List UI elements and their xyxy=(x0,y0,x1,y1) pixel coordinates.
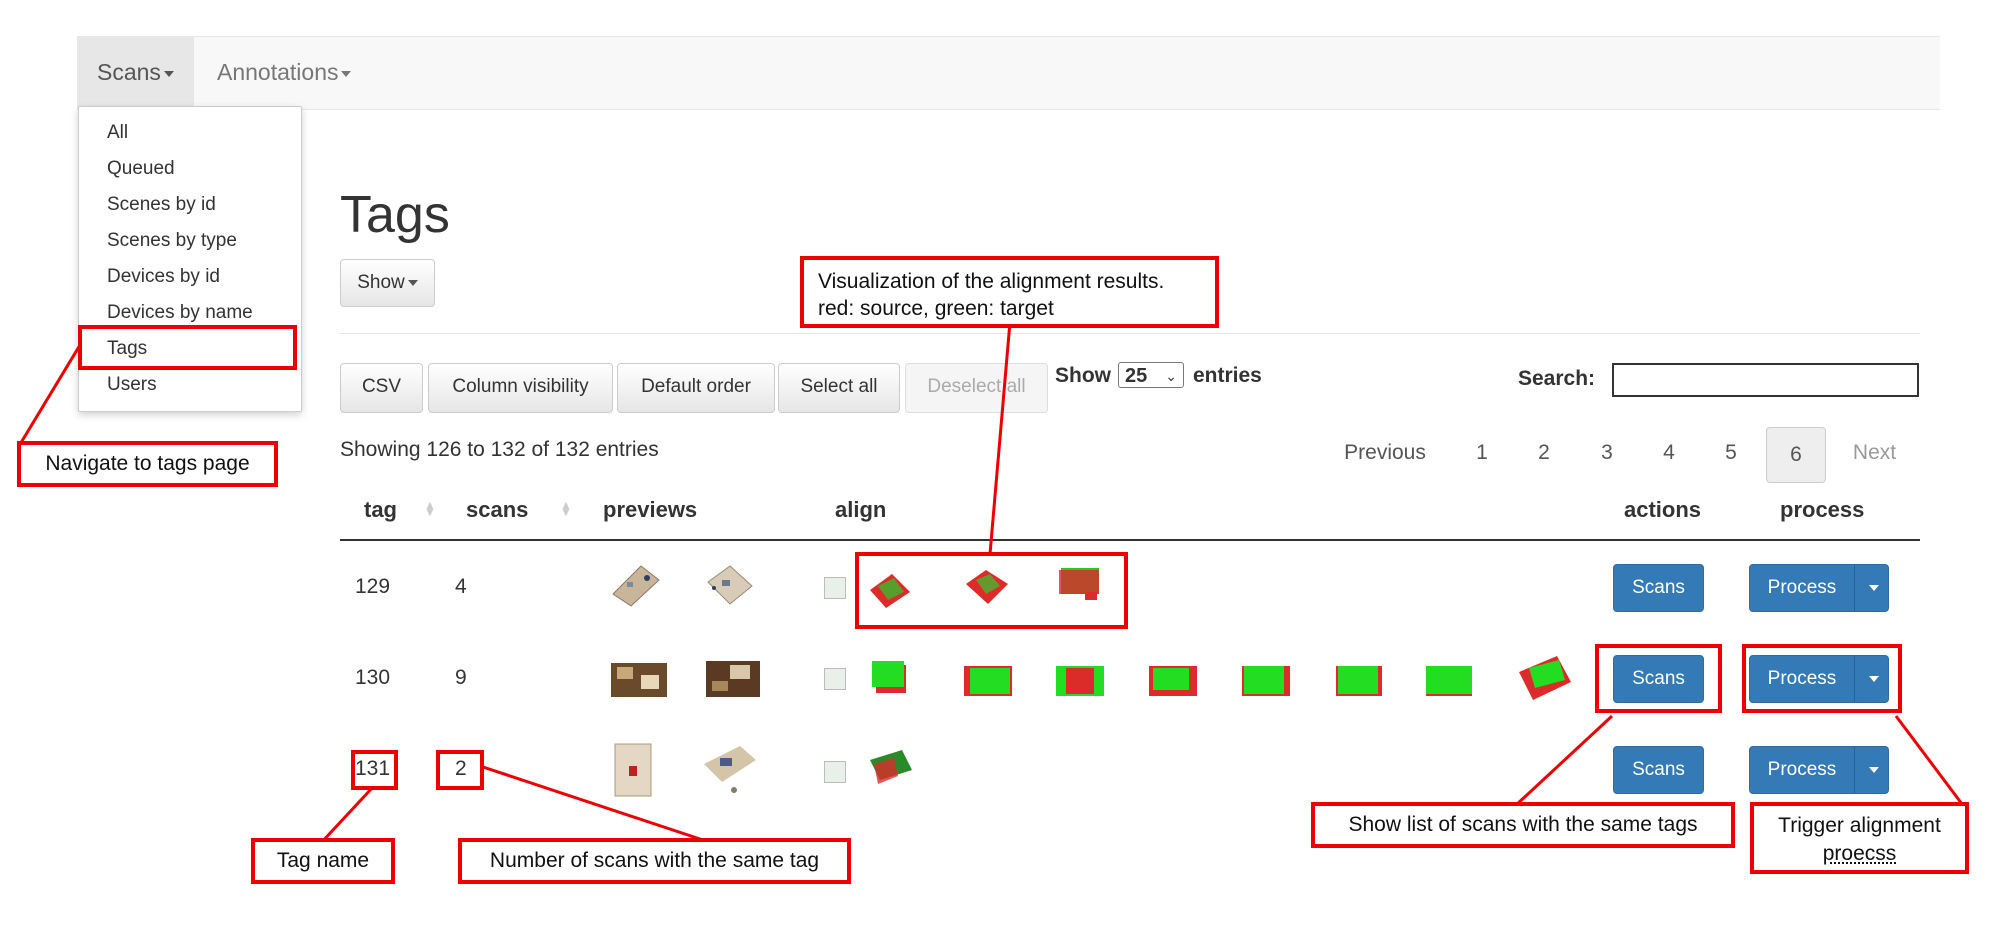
annotation-trigger-line2: proecss xyxy=(1822,842,1897,865)
annotation-tag-name: Tag name xyxy=(251,838,395,884)
highlight-tags-menu-item xyxy=(78,325,297,370)
annotation-trigger-line1: Trigger alignment xyxy=(1778,814,1941,837)
highlight-align-previews xyxy=(855,552,1128,629)
annotation-visualization-line2: red: source, green: target xyxy=(818,297,1054,320)
annotation-show-list: Show list of scans with the same tags xyxy=(1311,802,1735,848)
annotation-trigger: Trigger alignment proecss xyxy=(1750,802,1969,874)
highlight-tag-cell xyxy=(351,750,398,790)
annotation-visualization-line1: Visualization of the alignment results. xyxy=(818,270,1165,293)
highlight-scans-cell xyxy=(436,750,484,790)
annotation-lines xyxy=(17,321,1967,846)
annotation-visualization: Visualization of the alignment results. … xyxy=(800,256,1219,328)
annotation-num-scans: Number of scans with the same tag xyxy=(458,838,851,884)
highlight-scans-button xyxy=(1595,644,1722,713)
highlight-process-button xyxy=(1742,644,1902,713)
annotation-navigate: Navigate to tags page xyxy=(17,441,278,487)
